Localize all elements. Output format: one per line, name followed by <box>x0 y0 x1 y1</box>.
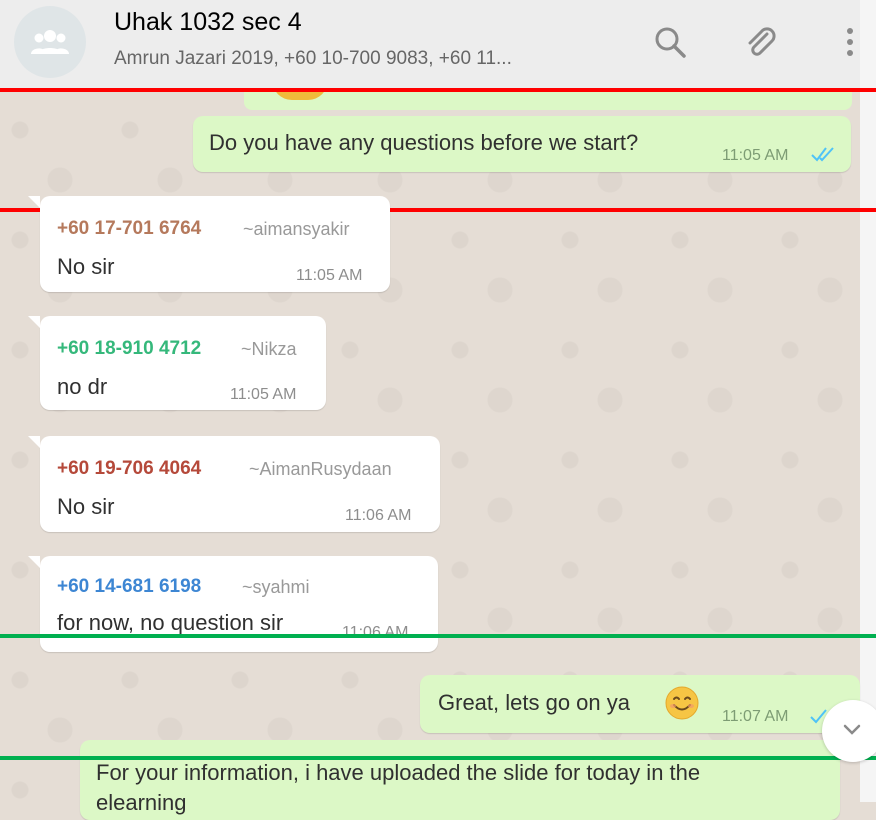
bubble-tail <box>28 196 40 208</box>
bubble-tail <box>28 556 40 568</box>
sender-phone[interactable]: +60 18-910 4712 <box>57 338 201 360</box>
scroll-to-bottom-button[interactable] <box>822 700 876 762</box>
message-time: 11:05 AM <box>230 386 297 403</box>
chat-participants[interactable]: Amrun Jazari 2019, +60 10-700 9083, +60 … <box>114 48 512 70</box>
group-avatar[interactable] <box>14 6 86 78</box>
sender-name: ~aimansyakir <box>243 219 350 239</box>
message-bubble-outgoing[interactable]: For your information, i have uploaded th… <box>80 740 840 820</box>
message-text: No sir <box>57 494 115 519</box>
more-vert-icon <box>847 28 853 56</box>
bubble-tail <box>28 436 40 448</box>
message-text: For your information, i have uploaded th… <box>96 760 701 785</box>
message-text: No sir <box>57 254 115 279</box>
paperclip-icon <box>748 27 776 56</box>
message-time: 11:05 AM <box>722 147 789 164</box>
message-bubble-outgoing[interactable]: Do you have any questions before we star… <box>193 116 851 172</box>
sender-phone[interactable]: +60 19-706 4064 <box>57 458 201 480</box>
group-icon <box>31 30 69 54</box>
message-text: Great, lets go on ya <box>438 690 630 715</box>
message-text-line2: elearning <box>96 790 187 815</box>
message-time: 11:06 AM <box>342 624 409 641</box>
chat-title[interactable]: Uhak 1032 sec 4 <box>114 8 302 37</box>
message-text: Do you have any questions before we star… <box>209 130 639 155</box>
message-bubble-incoming[interactable]: +60 19-706 4064 ~AimanRusydaan No sir 11… <box>40 436 440 532</box>
message-time: 11:07 AM <box>722 708 789 725</box>
sender-name: ~Nikza <box>241 339 297 359</box>
chat-header[interactable]: Uhak 1032 sec 4 Amrun Jazari 2019, +60 1… <box>0 0 860 88</box>
highlight-line-green <box>0 756 876 760</box>
message-time: 11:06 AM <box>345 507 412 524</box>
sender-phone[interactable]: +60 14-681 6198 <box>57 576 201 598</box>
search-button[interactable] <box>650 22 690 62</box>
sender-phone[interactable]: +60 17-701 6764 <box>57 218 201 240</box>
message-bubble-incoming[interactable]: +60 18-910 4712 ~Nikza no dr 11:05 AM <box>40 316 326 410</box>
sender-name: ~syahmi <box>242 577 310 597</box>
highlight-line-green <box>0 634 876 638</box>
highlight-line-red <box>0 88 876 92</box>
message-bubble-outgoing[interactable]: Great, lets go on ya 11:07 AM <box>420 675 860 733</box>
message-time: 11:05 AM <box>296 267 363 284</box>
double-check-icon <box>811 147 834 162</box>
scrollbar-track[interactable] <box>860 0 876 802</box>
attach-button[interactable] <box>740 22 780 62</box>
search-icon <box>655 27 686 58</box>
bubble-tail <box>28 316 40 328</box>
chevron-down-icon <box>843 724 861 735</box>
message-text: no dr <box>57 374 108 399</box>
menu-button[interactable] <box>832 22 868 62</box>
sender-name: ~AimanRusydaan <box>249 459 392 479</box>
message-text: for now, no question sir <box>57 610 284 635</box>
message-bubble-incoming[interactable]: +60 17-701 6764 ~aimansyakir No sir 11:0… <box>40 196 390 292</box>
smiley-emoji <box>665 686 699 720</box>
